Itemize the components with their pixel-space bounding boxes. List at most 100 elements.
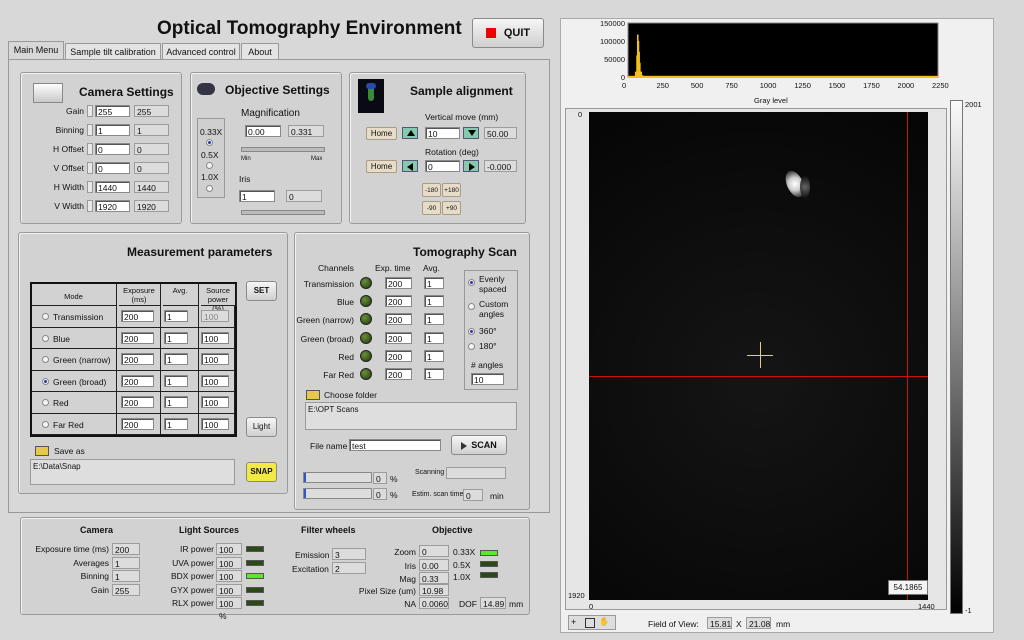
mode-label-1[interactable]: Blue xyxy=(53,334,70,344)
avg-input-3[interactable]: 1 xyxy=(164,374,188,387)
iris-input[interactable]: 1 xyxy=(239,190,275,202)
tomo-avg-input-2[interactable]: 1 xyxy=(424,313,444,326)
power-input-3[interactable]: 100 xyxy=(201,374,229,387)
power-input-2[interactable]: 100 xyxy=(201,353,229,365)
tomo-avg-input-4[interactable]: 1 xyxy=(424,349,444,362)
camera-row-input[interactable]: 1920 xyxy=(95,200,130,212)
exposure-input-4[interactable]: 200 xyxy=(121,396,154,408)
magnification-input[interactable]: 0.00 xyxy=(245,125,281,137)
vertical-down-button[interactable] xyxy=(463,127,479,139)
choose-folder-icon[interactable] xyxy=(306,390,320,400)
rotation-left-button[interactable] xyxy=(402,160,418,172)
magnification-slider[interactable] xyxy=(241,147,325,152)
power-input-1[interactable]: 100 xyxy=(201,331,229,344)
cursor-line-vertical[interactable] xyxy=(907,112,908,600)
evenly-spaced-label[interactable]: Evenly spaced xyxy=(479,274,511,294)
zoom-tool-icon[interactable] xyxy=(585,618,595,628)
objective-radio-10[interactable] xyxy=(206,185,213,192)
mode-label-5[interactable]: Far Red xyxy=(53,420,84,430)
mode-label-0[interactable]: Transmission xyxy=(53,312,103,322)
tomo-channel-led-3[interactable] xyxy=(360,331,372,344)
light-button[interactable]: Light xyxy=(246,417,277,437)
tomo-exp-input-0[interactable]: 200 xyxy=(385,277,412,289)
rotate-minus-180-button[interactable]: -180 xyxy=(422,183,441,197)
exposure-input-2[interactable]: 200 xyxy=(121,353,154,365)
rotate-minus-90-button[interactable]: -90 xyxy=(422,201,441,215)
power-input-4[interactable]: 100 xyxy=(201,396,229,408)
tomo-avg-input-0[interactable]: 1 xyxy=(424,277,444,289)
folder-path-field[interactable]: E:\OPT Scans xyxy=(305,402,517,430)
tab-sample-tilt[interactable]: Sample tilt calibration xyxy=(65,43,161,59)
mode-radio-0[interactable] xyxy=(42,313,49,320)
camera-row-spinner[interactable] xyxy=(87,124,93,136)
mode-radio-1[interactable] xyxy=(42,334,49,342)
tomo-channel-led-5[interactable] xyxy=(360,368,372,380)
tomography-image[interactable] xyxy=(589,112,928,600)
custom-angles-label[interactable]: Custom angles xyxy=(479,299,511,319)
deg-360-radio[interactable] xyxy=(468,328,475,335)
avg-input-1[interactable]: 1 xyxy=(164,331,188,344)
tomo-exp-input-4[interactable]: 200 xyxy=(385,349,412,362)
mode-label-4[interactable]: Red xyxy=(53,398,69,408)
deg-360-label[interactable]: 360° xyxy=(479,326,497,336)
camera-row-input[interactable]: 1 xyxy=(95,124,130,136)
iris-slider[interactable] xyxy=(241,210,325,215)
pan-tool-icon[interactable]: ✋ xyxy=(599,617,609,627)
tab-advanced-control[interactable]: Advanced control xyxy=(162,43,240,59)
avg-input-2[interactable]: 1 xyxy=(164,353,188,365)
camera-row-input[interactable]: 0 xyxy=(95,162,130,174)
exposure-input-3[interactable]: 200 xyxy=(121,374,154,387)
camera-row-input[interactable]: 1440 xyxy=(95,181,130,193)
camera-row-input[interactable]: 255 xyxy=(95,105,130,117)
tomo-channel-led-0[interactable] xyxy=(360,277,372,289)
tab-about[interactable]: About xyxy=(241,43,279,59)
tomo-exp-input-5[interactable]: 200 xyxy=(385,368,412,380)
objective-radio-033[interactable] xyxy=(206,139,213,146)
objective-option-05[interactable]: 0.5X xyxy=(201,150,219,160)
evenly-spaced-radio[interactable] xyxy=(468,279,475,286)
camera-row-spinner[interactable] xyxy=(87,162,93,174)
tab-main-menu[interactable]: Main Menu xyxy=(8,41,64,59)
cursor-line-horizontal[interactable] xyxy=(589,376,928,377)
save-folder-icon[interactable] xyxy=(35,446,49,456)
rotate-plus-90-button[interactable]: +90 xyxy=(442,201,461,215)
objective-radio-05[interactable] xyxy=(206,162,213,169)
exposure-input-1[interactable]: 200 xyxy=(121,331,154,344)
camera-row-spinner[interactable] xyxy=(87,200,93,212)
tomo-channel-led-4[interactable] xyxy=(360,349,372,362)
deg-180-label[interactable]: 180° xyxy=(479,341,497,351)
tomo-exp-input-3[interactable]: 200 xyxy=(385,331,412,344)
avg-input-5[interactable]: 1 xyxy=(164,417,188,430)
custom-angles-radio[interactable] xyxy=(468,303,475,310)
camera-row-spinner[interactable] xyxy=(87,105,93,117)
mode-radio-3[interactable] xyxy=(42,377,49,385)
exposure-input-0[interactable]: 200 xyxy=(121,310,154,322)
objective-option-10[interactable]: 1.0X xyxy=(201,172,219,182)
tomo-exp-input-2[interactable]: 200 xyxy=(385,313,412,326)
scan-button[interactable]: SCAN xyxy=(451,435,507,455)
tomo-avg-input-1[interactable]: 1 xyxy=(424,295,444,308)
tomo-avg-input-5[interactable]: 1 xyxy=(424,368,444,380)
camera-row-spinner[interactable] xyxy=(87,143,93,155)
deg-180-radio[interactable] xyxy=(468,343,475,350)
rotation-input[interactable]: 0 xyxy=(425,160,460,172)
vertical-move-input[interactable]: 10 xyxy=(425,127,460,139)
rotate-plus-180-button[interactable]: +180 xyxy=(442,183,461,197)
camera-row-input[interactable]: 0 xyxy=(95,143,130,155)
save-path-field[interactable]: E:\Data\Snap xyxy=(30,459,235,485)
rotation-right-button[interactable] xyxy=(463,160,479,172)
crosshair-tool-icon[interactable]: + xyxy=(571,617,581,627)
tomo-exp-input-1[interactable]: 200 xyxy=(385,295,412,308)
exposure-input-5[interactable]: 200 xyxy=(121,417,154,430)
mode-label-2[interactable]: Green (narrow) xyxy=(53,355,111,365)
avg-input-4[interactable]: 1 xyxy=(164,396,188,408)
set-button[interactable]: SET xyxy=(246,281,277,301)
mode-label-3[interactable]: Green (broad) xyxy=(53,377,106,387)
rotation-home-button[interactable]: Home xyxy=(366,160,397,173)
quit-button[interactable]: QUIT xyxy=(472,18,544,48)
mode-radio-4[interactable] xyxy=(42,399,49,406)
vertical-up-button[interactable] xyxy=(402,127,418,139)
power-input-5[interactable]: 100 xyxy=(201,417,229,430)
mode-radio-5[interactable] xyxy=(42,420,49,428)
tomo-avg-input-3[interactable]: 1 xyxy=(424,331,444,344)
